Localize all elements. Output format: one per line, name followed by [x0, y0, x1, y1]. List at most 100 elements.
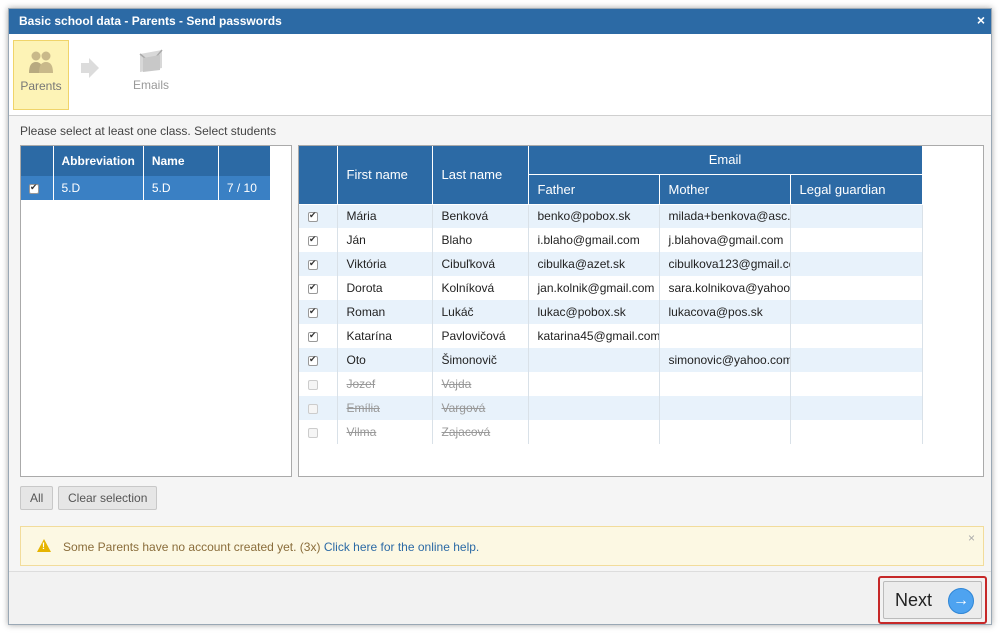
step-arrow-icon	[81, 58, 99, 78]
father-email[interactable]: benko@pobox.sk	[528, 204, 660, 228]
students-header-mother[interactable]: Mother	[659, 174, 791, 205]
guardian-email[interactable]	[790, 420, 923, 444]
father-email[interactable]	[528, 348, 660, 372]
parents-icon	[29, 51, 53, 73]
guardian-email[interactable]	[790, 324, 923, 348]
student-checkbox[interactable]	[308, 330, 318, 342]
student-checkbox[interactable]	[308, 258, 318, 270]
mother-email[interactable]	[659, 420, 791, 444]
next-highlight: Next →	[878, 576, 987, 624]
students-header-last-name[interactable]: Last name	[432, 146, 529, 205]
student-select-cell[interactable]	[299, 252, 338, 276]
step-emails-label: Emails	[132, 78, 169, 92]
mother-email[interactable]: simonovic@yahoo.com	[659, 348, 791, 372]
step-parents-label: Parents	[20, 79, 62, 93]
student-first-name: Viktória	[337, 252, 433, 276]
guardian-email[interactable]	[790, 228, 923, 252]
student-row[interactable]: Katarína Pavlovičová katarina45@gmail.co…	[299, 324, 923, 348]
class-row[interactable]: 5.D 5.D 7 / 10	[21, 176, 271, 200]
student-select-cell[interactable]	[299, 276, 338, 300]
class-abbreviation: 5.D	[53, 176, 144, 200]
student-row[interactable]: Emília Vargová	[299, 396, 923, 420]
arrow-right-icon: →	[948, 588, 974, 614]
student-row[interactable]: Viktória Cibuľková cibulka@azet.sk cibul…	[299, 252, 923, 276]
student-select-cell[interactable]	[299, 348, 338, 372]
student-row[interactable]: Jozef Vajda	[299, 372, 923, 396]
mother-email[interactable]	[659, 372, 791, 396]
student-select-cell[interactable]	[299, 300, 338, 324]
student-select-cell[interactable]	[299, 372, 338, 396]
student-row[interactable]: Roman Lukáč lukac@pobox.sk lukacova@pos.…	[299, 300, 923, 324]
students-header-guardian[interactable]: Legal guardian	[790, 174, 923, 205]
alert-close-icon[interactable]: ×	[968, 531, 975, 545]
emails-icon	[139, 49, 163, 72]
student-checkbox[interactable]	[308, 427, 318, 438]
father-email[interactable]: cibulka@azet.sk	[528, 252, 660, 276]
student-last-name: Blaho	[432, 228, 529, 252]
step-emails[interactable]: Emails	[123, 40, 179, 110]
mother-email[interactable]	[659, 396, 791, 420]
class-select-cell[interactable]	[21, 176, 54, 200]
student-last-name: Zajacová	[432, 420, 529, 444]
father-email[interactable]	[528, 396, 660, 420]
mother-email[interactable]: lukacova@pos.sk	[659, 300, 791, 324]
student-checkbox[interactable]	[308, 403, 318, 414]
father-email[interactable]	[528, 420, 660, 444]
student-row[interactable]: Oto Šimonovič simonovic@yahoo.com	[299, 348, 923, 372]
student-row[interactable]: Ján Blaho i.blaho@gmail.com j.blahova@gm…	[299, 228, 923, 252]
online-help-link[interactable]: Click here for the online help.	[324, 540, 479, 554]
student-checkbox[interactable]	[308, 354, 318, 366]
close-icon[interactable]: ×	[977, 12, 985, 28]
father-email[interactable]: i.blaho@gmail.com	[528, 228, 660, 252]
father-email[interactable]: lukac@pobox.sk	[528, 300, 660, 324]
guardian-email[interactable]	[790, 300, 923, 324]
next-button[interactable]: Next →	[883, 581, 982, 619]
students-header-father[interactable]: Father	[528, 174, 660, 205]
student-checkbox[interactable]	[308, 379, 318, 390]
student-select-cell[interactable]	[299, 396, 338, 420]
guardian-email[interactable]	[790, 348, 923, 372]
class-name: 5.D	[143, 176, 219, 200]
class-header-abbreviation[interactable]: Abbreviation	[53, 146, 144, 176]
student-checkbox[interactable]	[308, 234, 318, 246]
alert-message: Some Parents have no account created yet…	[63, 540, 479, 554]
student-checkbox[interactable]	[308, 306, 318, 318]
mother-email[interactable]: j.blahova@gmail.com	[659, 228, 791, 252]
student-first-name: Ján	[337, 228, 433, 252]
father-email[interactable]: jan.kolnik@gmail.com	[528, 276, 660, 300]
student-checkbox[interactable]	[308, 210, 318, 223]
step-parents[interactable]: Parents	[13, 40, 69, 110]
guardian-email[interactable]	[790, 252, 923, 276]
dialog-footer: Next →	[9, 571, 991, 624]
student-last-name: Vajda	[432, 372, 529, 396]
wizard-steps: Parents Emails	[9, 34, 991, 116]
student-last-name: Vargová	[432, 396, 529, 420]
student-select-cell[interactable]	[299, 204, 338, 228]
class-checkbox[interactable]	[29, 182, 39, 194]
mother-email[interactable]: cibulkova123@gmail.com	[659, 252, 791, 276]
mother-email[interactable]	[659, 324, 791, 348]
guardian-email[interactable]	[790, 396, 923, 420]
student-row[interactable]: Dorota Kolníková jan.kolnik@gmail.com sa…	[299, 276, 923, 300]
mother-email[interactable]: sara.kolnikova@yahoo.com	[659, 276, 791, 300]
students-header-first-name[interactable]: First name	[337, 146, 433, 205]
mother-email[interactable]: milada+benkova@asc.sk	[659, 204, 791, 228]
student-last-name: Benková	[432, 204, 529, 228]
next-label: Next	[895, 590, 933, 610]
student-checkbox[interactable]	[308, 282, 318, 294]
class-header-name[interactable]: Name	[143, 146, 219, 176]
guardian-email[interactable]	[790, 204, 923, 228]
select-all-button[interactable]: All	[20, 486, 54, 510]
guardian-email[interactable]	[790, 372, 923, 396]
students-panel: First name Last name Email Father Mother…	[298, 145, 984, 477]
student-select-cell[interactable]	[299, 324, 338, 348]
dialog-titlebar: Basic school data - Parents - Send passw…	[9, 9, 991, 34]
student-select-cell[interactable]	[299, 228, 338, 252]
father-email[interactable]	[528, 372, 660, 396]
clear-selection-button[interactable]: Clear selection	[58, 486, 158, 510]
student-row[interactable]: Mária Benková benko@pobox.sk milada+benk…	[299, 204, 923, 228]
father-email[interactable]: katarina45@gmail.com	[528, 324, 660, 348]
student-row[interactable]: Vilma Zajacová	[299, 420, 923, 444]
student-select-cell[interactable]	[299, 420, 338, 444]
guardian-email[interactable]	[790, 276, 923, 300]
